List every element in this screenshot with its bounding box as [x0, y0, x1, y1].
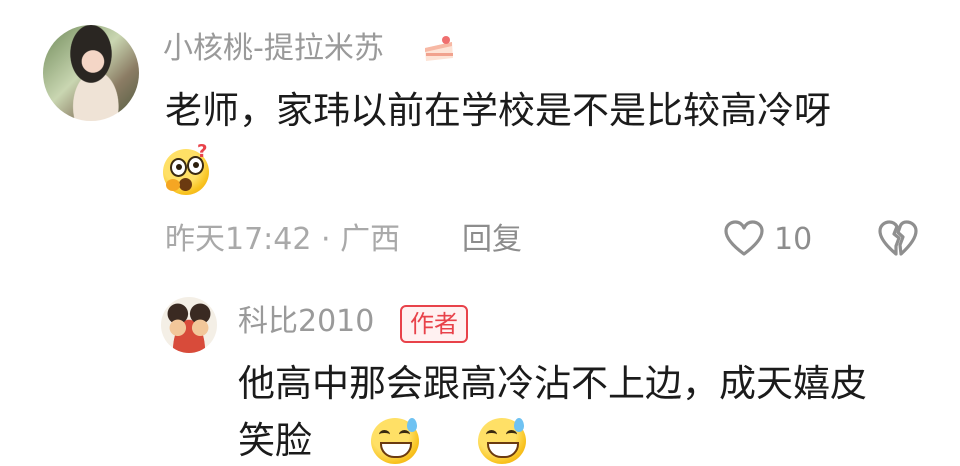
comment-location: 广西 — [340, 222, 401, 257]
author-badge: 作者 — [400, 305, 468, 343]
author-username[interactable]: 科比2010 — [238, 304, 374, 340]
reply-text-line1: 他高中那会跟高冷沾不上边，成天嬉皮 — [238, 362, 867, 405]
comment-text: 老师，家玮以前在学校是不是比较高冷呀 — [165, 89, 831, 132]
commenter-username[interactable]: 小核桃-提拉米苏 — [163, 31, 384, 67]
cake-slice-icon — [422, 34, 456, 64]
reply-button[interactable]: 回复 — [462, 222, 522, 258]
laughing-sweat-emoji — [371, 418, 420, 464]
commenter-avatar[interactable] — [43, 25, 139, 121]
broken-heart-icon[interactable] — [877, 219, 919, 259]
like-count: 10 — [774, 222, 813, 257]
laughing-sweat-emoji — [478, 418, 527, 464]
heart-outline-icon[interactable] — [723, 219, 765, 259]
meta-separator: · — [321, 222, 331, 257]
comment-time: 昨天17:42 — [165, 222, 312, 257]
author-avatar[interactable] — [161, 297, 217, 353]
shocked-thinking-emoji: ? — [163, 141, 209, 195]
comment-timestamp: 昨天17:42 · 广西 — [165, 222, 400, 258]
reply-text-line2: 笑脸 — [238, 419, 312, 462]
